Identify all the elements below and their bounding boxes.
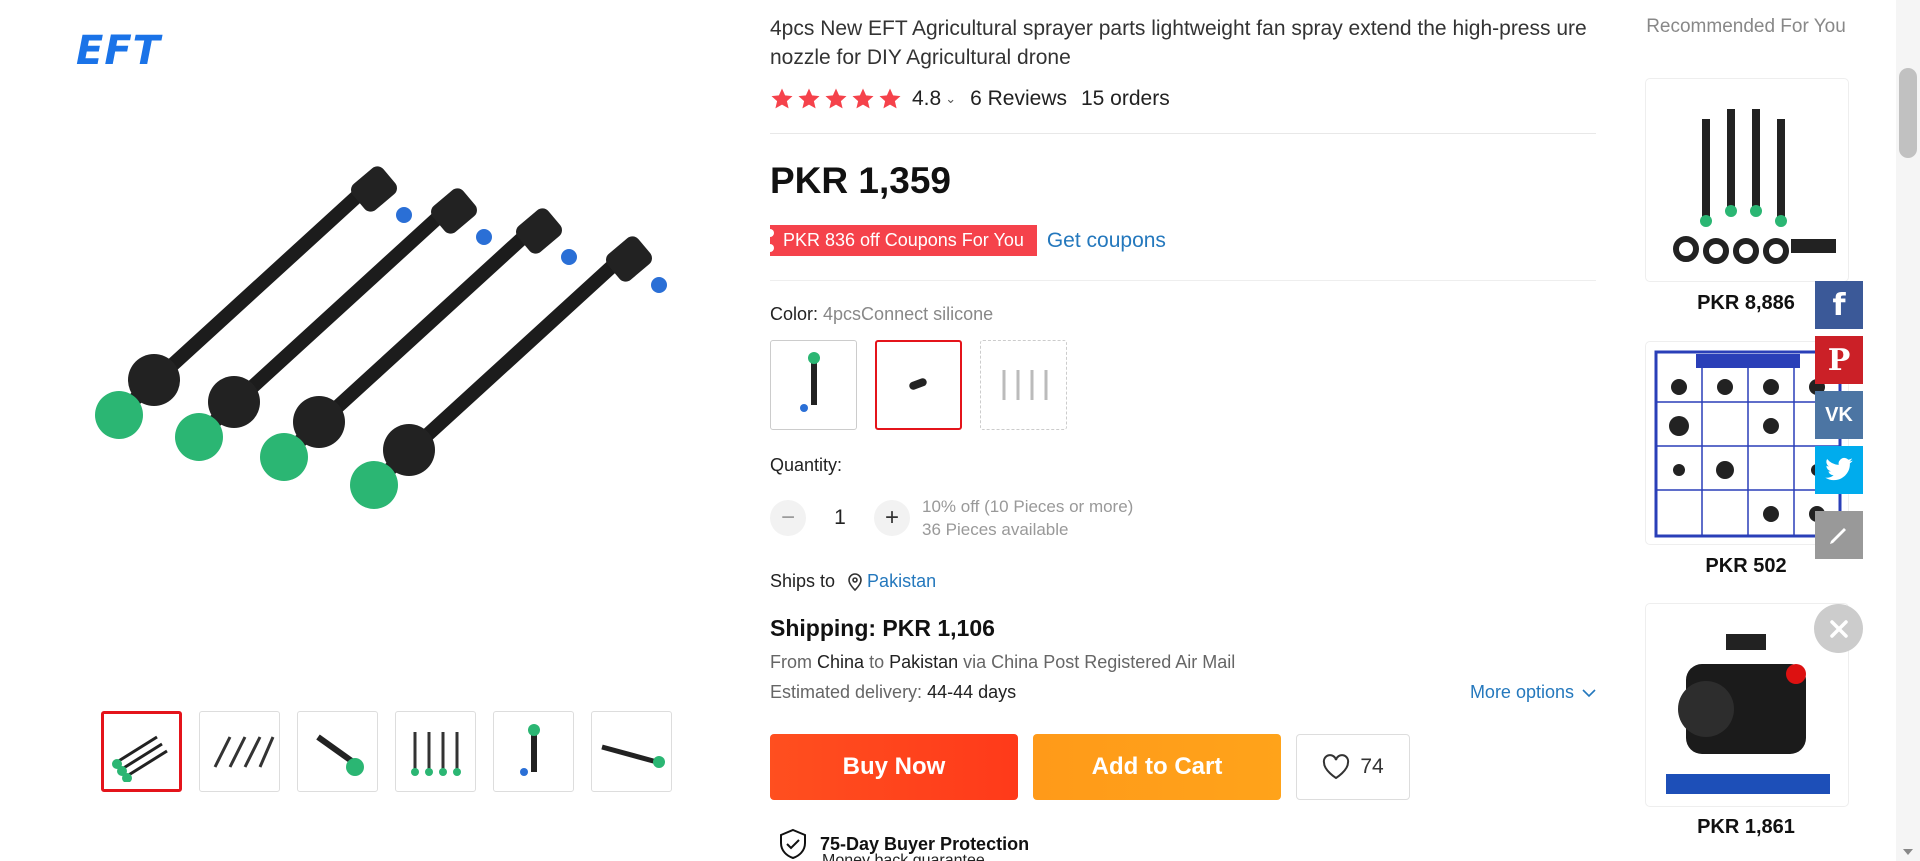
thumbnail-5[interactable] (493, 711, 574, 792)
color-swatch-2[interactable] (875, 340, 962, 430)
color-swatches (770, 340, 1067, 430)
recommended-price-3[interactable]: PKR 1,861 (1643, 816, 1849, 839)
facebook-icon: f (1832, 287, 1846, 323)
store-logo[interactable]: EFT (76, 28, 161, 74)
ships-to-row: Ships to Pakistan (770, 571, 936, 592)
thumbnail-6[interactable] (591, 711, 672, 792)
thumbnail-2[interactable] (199, 711, 280, 792)
pinterest-share-button[interactable]: P (1815, 336, 1863, 384)
recommended-image-1 (1673, 109, 1836, 264)
star-icon (879, 88, 901, 109)
est-prefix: Estimated delivery: (770, 682, 923, 702)
quantity-decrease-button[interactable]: − (770, 500, 806, 536)
facebook-share-button[interactable]: f (1815, 281, 1863, 329)
coupon-tag: PKR 836 off Coupons For You (766, 225, 1037, 256)
thumbnail-1[interactable] (101, 711, 182, 792)
main-product-image[interactable] (64, 130, 724, 545)
divider (770, 133, 1596, 134)
wishlist-count: 74 (1360, 755, 1384, 778)
from-prefix: From (770, 652, 812, 672)
star-icon (771, 88, 793, 109)
color-swatch-3[interactable] (980, 340, 1067, 430)
scrollbar-thumb[interactable] (1899, 68, 1917, 158)
ships-to-country[interactable]: Pakistan (867, 571, 936, 592)
action-buttons: Buy Now Add to Cart 74 (770, 734, 1410, 800)
to-country: Pakistan (889, 652, 959, 672)
product-title: 4pcs New EFT Agricultural sprayer parts … (770, 17, 1587, 69)
quantity-stepper: − 1 + 10% off (10 Pieces or more) 36 Pie… (770, 495, 1133, 541)
rating-value[interactable]: 4.8 (912, 87, 941, 111)
color-swatch-1[interactable] (770, 340, 857, 430)
product-price: PKR 1,359 (770, 160, 951, 201)
via-text: via China Post Registered Air Mail (963, 652, 1236, 672)
thumbnail-4[interactable] (395, 711, 476, 792)
add-to-cart-button[interactable]: Add to Cart (1033, 734, 1281, 800)
quantity-input[interactable]: 1 (806, 506, 874, 530)
ships-to-label: Ships to (770, 571, 836, 591)
twitter-icon (1825, 457, 1853, 481)
to-word: to (869, 652, 885, 672)
chevron-down-icon (1582, 688, 1596, 697)
protection-subtitle: Money back guarantee (822, 852, 985, 861)
more-options-label: More options (1469, 682, 1574, 702)
orders-count: 15 orders (1080, 87, 1170, 110)
quantity-label: Quantity: (770, 455, 843, 475)
buyer-protection: 75-Day Buyer Protection Money back guara… (778, 828, 1029, 861)
edit-button[interactable] (1815, 511, 1863, 559)
quantity-info: 10% off (10 Pieces or more) 36 Pieces av… (922, 495, 1133, 541)
chevron-down-icon[interactable]: ⌄ (945, 91, 956, 107)
pinterest-icon: P (1827, 342, 1851, 378)
divider (770, 280, 1596, 281)
reviews-link[interactable]: 6 Reviews (970, 87, 1067, 111)
star-icon (825, 88, 847, 109)
scroll-down-arrow[interactable] (1903, 849, 1913, 855)
bulk-discount-text: 10% off (10 Pieces or more) (922, 497, 1134, 516)
thumbnail-3[interactable] (297, 711, 378, 792)
rating-row: 4.8 ⌄ 6 Reviews 15 orders (770, 87, 1170, 111)
color-label: Color: 4pcsConnect silicone (770, 304, 993, 325)
nozzle-illustration (95, 166, 667, 509)
recommended-item-1[interactable] (1645, 78, 1849, 282)
star-icon (852, 88, 874, 109)
star-rating (770, 87, 902, 111)
estimated-delivery: Estimated delivery: 44-44 days (770, 682, 1016, 703)
share-bar: f P VK (1815, 281, 1863, 559)
location-pin-icon (848, 572, 862, 591)
twitter-share-button[interactable] (1815, 446, 1863, 494)
pencil-icon (1830, 528, 1846, 544)
wishlist-button[interactable]: 74 (1296, 734, 1410, 800)
get-coupons-link[interactable]: Get coupons (1047, 229, 1166, 253)
star-icon (798, 88, 820, 109)
coupon-row: PKR 836 off Coupons For You Get coupons (766, 225, 1166, 256)
close-button[interactable] (1814, 604, 1863, 653)
available-text: 36 Pieces available (922, 520, 1069, 539)
est-value: 44-44 days (927, 682, 1017, 702)
more-options-link[interactable]: More options (1470, 682, 1596, 703)
heart-icon (1323, 754, 1350, 780)
thumbnail-strip (101, 711, 672, 792)
color-label-text: Color: (770, 304, 819, 324)
close-icon (1829, 619, 1848, 638)
page-scrollbar[interactable] (1896, 0, 1920, 861)
recommended-panel: Recommended For You PKR 8,886 PKR 502 PK… (1643, 0, 1849, 838)
shipping-cost: Shipping: PKR 1,106 (770, 615, 995, 641)
recommended-title: Recommended For You (1646, 16, 1846, 37)
color-selected-value: 4pcsConnect silicone (823, 304, 994, 324)
shield-check-icon (780, 828, 806, 860)
shipping-route: From China to Pakistan via China Post Re… (770, 652, 1235, 673)
vk-icon: VK (1825, 403, 1853, 426)
quantity-increase-button[interactable]: + (874, 500, 910, 536)
buy-now-button[interactable]: Buy Now (770, 734, 1018, 800)
from-country: China (817, 652, 865, 672)
vk-share-button[interactable]: VK (1815, 391, 1863, 439)
